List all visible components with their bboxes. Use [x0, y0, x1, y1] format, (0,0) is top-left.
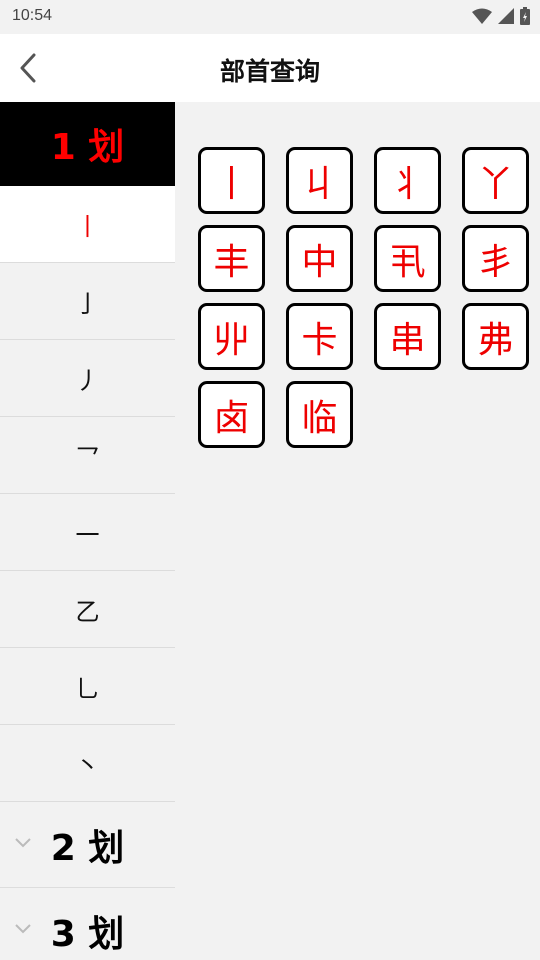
stroke-group-label: 2 划 — [50, 827, 125, 869]
status-time: 10:54 — [12, 7, 53, 24]
wifi-icon — [472, 8, 492, 24]
chevron-down-icon — [15, 837, 31, 847]
stroke-item[interactable]: 亅 — [0, 263, 175, 340]
battery-icon — [520, 7, 530, 25]
character-cell[interactable]: 临 — [286, 381, 353, 448]
stroke-group-label: 3 划 — [50, 913, 125, 955]
character-cell[interactable]: 卡 — [286, 303, 353, 370]
app-bar: 部首查询 — [0, 34, 540, 102]
character-cell[interactable]: 丬 — [374, 147, 441, 214]
stroke-group-1[interactable]: 1 划 — [0, 102, 175, 186]
stroke-item[interactable]: 乛 — [0, 417, 175, 494]
cell-signal-icon — [498, 8, 514, 24]
character-cell[interactable]: 丯 — [462, 225, 529, 292]
character-cell[interactable]: 丱 — [198, 303, 265, 370]
character-cell[interactable]: 弗 — [462, 303, 529, 370]
stroke-item[interactable]: 乚 — [0, 648, 175, 725]
stroke-group-2[interactable]: 2 划 — [0, 802, 175, 888]
stroke-item[interactable]: 丨 — [0, 186, 175, 263]
stroke-item[interactable]: 乙 — [0, 571, 175, 648]
character-cell[interactable]: 丩 — [286, 147, 353, 214]
page-title: 部首查询 — [219, 57, 320, 86]
stroke-item[interactable]: 一 — [0, 494, 175, 571]
chevron-down-icon — [15, 923, 31, 933]
status-icons — [472, 6, 530, 26]
stroke-item[interactable]: 丿 — [0, 340, 175, 417]
stroke-sidebar: 1 划 丨 亅 丿 乛 一 乙 乚 丶 2 划 3 划 — [0, 102, 175, 960]
character-cell[interactable]: 丰 — [198, 225, 265, 292]
character-cell[interactable]: 丨 — [198, 147, 265, 214]
character-cell[interactable]: 中 — [286, 225, 353, 292]
character-cell[interactable]: 丮 — [374, 225, 441, 292]
stroke-group-label: 1 划 — [50, 127, 125, 168]
character-cell[interactable]: 卤 — [198, 381, 265, 448]
stroke-item[interactable]: 丶 — [0, 725, 175, 802]
character-cell[interactable]: 串 — [374, 303, 441, 370]
stroke-group-3[interactable]: 3 划 — [0, 888, 175, 960]
character-cell[interactable]: 丫 — [462, 147, 529, 214]
status-bar: 10:54 — [0, 0, 540, 34]
